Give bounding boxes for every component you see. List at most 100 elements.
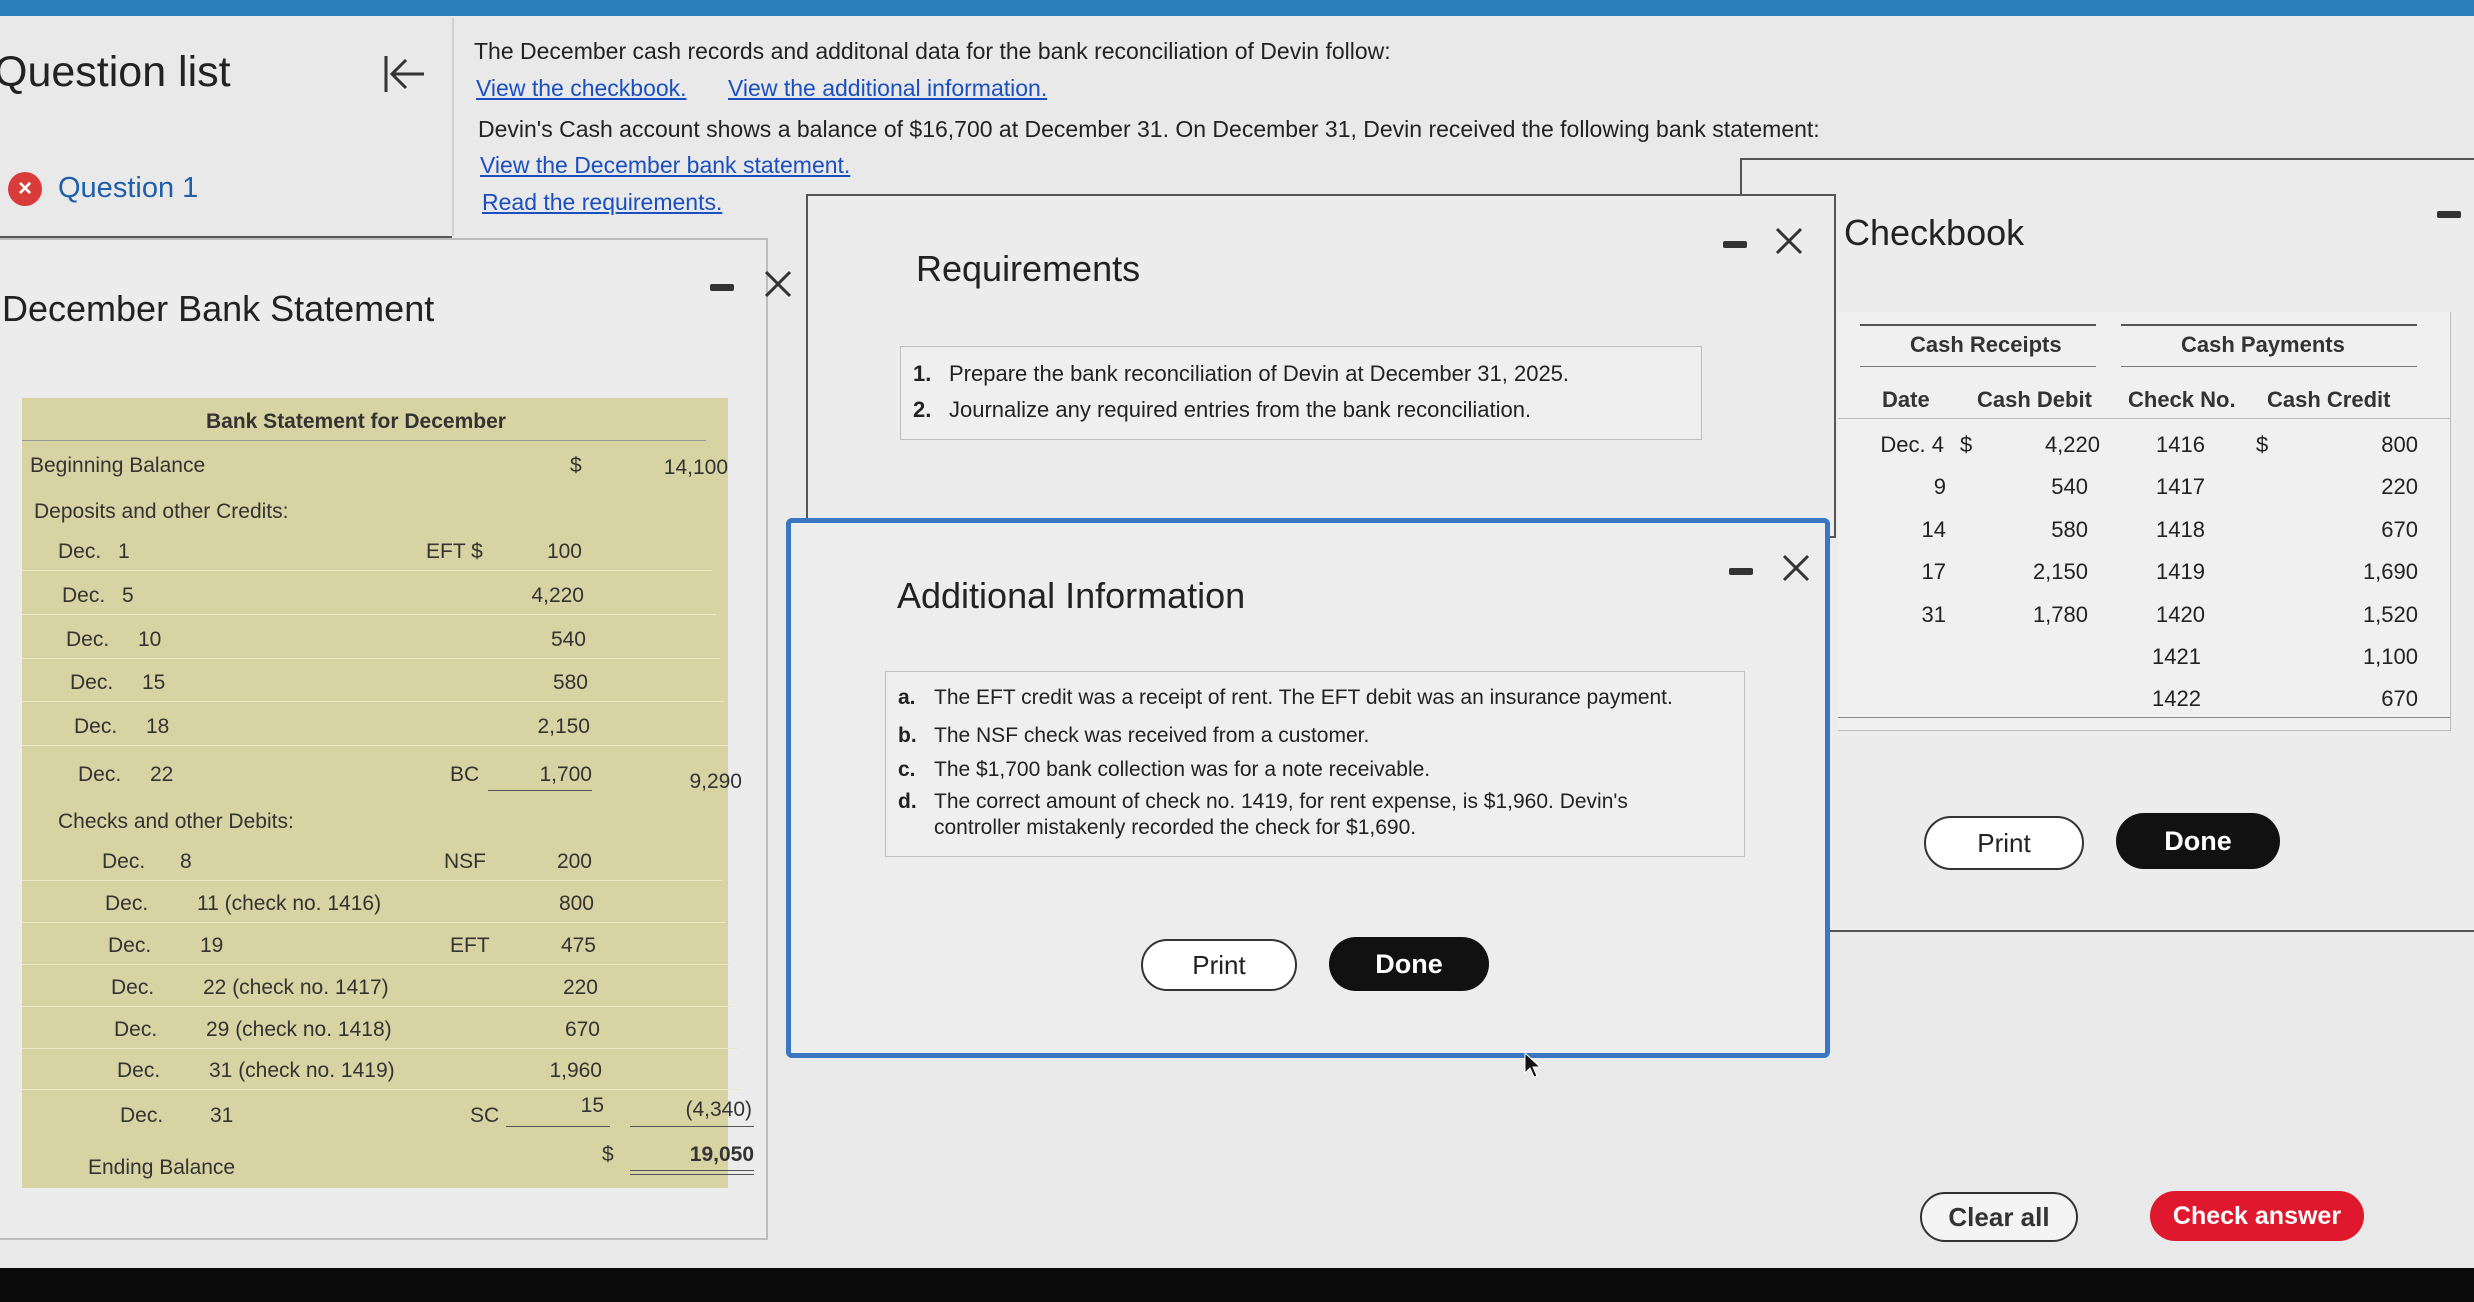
item-letter: b. [898,724,917,747]
question-1-label: Question 1 [58,172,199,204]
item-text: The correct amount of check no. 1419, fo… [934,790,1628,813]
receipt-amount: 4,220 [2044,432,2100,457]
receipt-amount: 540 [2051,474,2088,499]
payment-check-no: 1420 [2156,602,2205,627]
rule [630,1174,754,1175]
payment-amount: 800 [2381,432,2418,457]
close-icon[interactable] [1772,224,1806,258]
additional-info-box: a. The EFT credit was a receipt of rent. … [885,671,1745,857]
row-divider [22,964,730,965]
check-answer-button[interactable]: Check answer [2150,1191,2364,1241]
receipt-amount: 2,150 [2032,559,2088,584]
row-divider [22,701,724,702]
check-month: Dec. [105,892,149,915]
minimize-icon[interactable] [2437,211,2461,218]
clear-all-button[interactable]: Clear all [1920,1192,2078,1242]
check-month: Dec. [114,1018,158,1041]
close-icon[interactable] [1779,551,1813,585]
requirements-box: 1. Prepare the bank reconciliation of Dev… [900,346,1702,440]
row-divider [22,1089,742,1090]
info-item-c: c. The $1,700 bank collection was for a n… [898,758,1430,782]
payment-amount: 220 [2381,474,2418,499]
incorrect-icon: × [8,172,42,206]
info-item-a: a. The EFT credit was a receipt of rent. … [898,686,1673,710]
receipt-amount: 1,780 [2032,602,2088,627]
item-text: Prepare the bank reconciliation of Devin… [949,361,1570,386]
beginning-balance-label: Beginning Balance [30,454,206,477]
ending-balance-value: 19,050 [689,1143,754,1166]
check-amount: 800 [558,892,594,915]
table-title: Bank Statement for December [206,410,506,433]
rule [630,1170,754,1171]
deposit-day: 15 [142,671,166,694]
checkbook-table: Cash Receipts Cash Payments Date Cash De… [1838,312,2451,731]
deposit-day: 22 [150,763,174,786]
item-text: The NSF check was received from a custom… [934,724,1370,747]
deposit-amount: 2,150 [537,715,590,738]
col-cash-credit: Cash Credit [2267,387,2391,412]
mouse-cursor-icon [1524,1052,1542,1078]
dollar-sign: $ [1960,432,1973,457]
deposit-month: Dec. [62,584,106,607]
view-additional-info-link[interactable]: View the additional information. [728,75,1047,102]
checks-label: Checks and other Debits: [58,810,294,833]
cash-balance-text: Devin's Cash account shows a balance of … [478,116,1820,142]
payment-check-no: 1417 [2156,474,2205,499]
receipt-date: 31 [1921,602,1946,627]
check-amount: 200 [556,850,592,873]
deposit-month: Dec. [66,628,110,651]
check-day: 31 [210,1104,234,1127]
checkbook-done-button[interactable]: Done [2116,813,2280,869]
minimize-icon[interactable] [1729,568,1753,575]
check-month: Dec. [102,850,146,873]
receipt-amount: 580 [2051,517,2088,542]
dollar-sign: $ [570,454,582,477]
receipt-date: 14 [1921,517,1946,542]
deposits-total: 9,290 [689,770,742,793]
beginning-balance-value: 14,100 [663,456,728,479]
checkbook-title: Checkbook [1844,212,2025,253]
deposit-amount: 4,220 [531,584,584,607]
item-letter: d. [898,790,917,813]
check-amount: 1,960 [549,1059,602,1082]
check-amount: 15 [580,1094,604,1117]
receipt-date: 9 [1933,474,1946,499]
payment-check-no: 1416 [2156,432,2205,457]
screen: Question list × Question 1 The December … [0,0,2474,1268]
row-divider [22,658,720,659]
check-day: 8 [180,850,192,873]
additional-print-button[interactable]: Print [1141,939,1297,991]
view-bank-statement-link[interactable]: View the December bank statement. [480,152,850,179]
payment-check-no: 1421 [2152,644,2201,669]
check-amount: 475 [560,934,596,957]
check-amount: 220 [562,976,598,999]
check-month: Dec. [117,1059,161,1082]
minimize-icon[interactable] [1723,241,1747,248]
close-icon[interactable] [761,267,795,301]
rule [1838,418,2450,419]
row-divider [22,614,716,615]
minimize-icon[interactable] [710,284,734,291]
check-month: Dec. [120,1104,164,1127]
check-day: 31 (check no. 1419) [209,1059,395,1082]
read-requirements-link[interactable]: Read the requirements. [482,189,722,216]
check-month: Dec. [108,934,152,957]
additional-done-button[interactable]: Done [1329,937,1489,991]
payment-amount: 1,520 [2362,602,2418,627]
item-letter: a. [898,686,916,709]
row-divider [22,745,728,746]
deposit-code: EFT $ [426,540,483,563]
row-divider [22,1048,738,1049]
deposit-day: 1 [118,540,130,563]
view-checkbook-link[interactable]: View the checkbook. [476,75,687,102]
check-day: 29 (check no. 1418) [206,1018,392,1041]
info-item-b: b. The NSF check was received from a cust… [898,724,1369,748]
question-list-title: Question list [0,48,231,96]
deposit-month: Dec. [78,763,122,786]
deposit-month: Dec. [70,671,114,694]
payment-amount: 670 [2381,517,2418,542]
nav-divider [452,18,454,236]
col-check-no: Check No. [2128,387,2236,412]
collapse-panel-icon[interactable] [382,52,428,96]
checkbook-print-button[interactable]: Print [1924,816,2084,870]
